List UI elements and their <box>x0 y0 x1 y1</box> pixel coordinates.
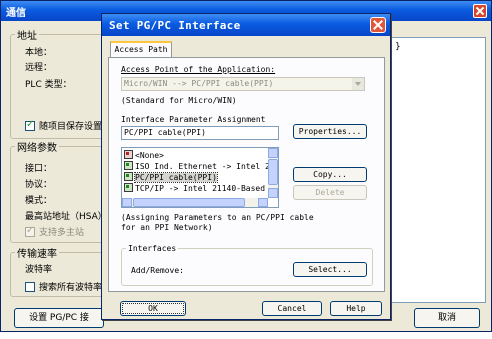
protocol-label: 协议： <box>25 180 53 190</box>
list-horizontal-scrollbar[interactable] <box>122 198 268 207</box>
highest-address-label: 最高站地址（HSA）： <box>25 212 112 222</box>
select-button[interactable]: Select... <box>293 262 367 277</box>
scroll-left-icon[interactable] <box>122 198 132 207</box>
dialog-close-icon[interactable] <box>370 17 386 33</box>
interfaces-listbox[interactable]: <None> ISO Ind. Ethernet -> Intel 2 PC/P… <box>121 147 279 208</box>
network-params-legend: 网络参数 <box>17 143 57 154</box>
vertical-scroll-thumb[interactable] <box>268 159 278 185</box>
save-with-project-label: 随项目保存设置 <box>39 122 103 132</box>
access-point-label: Access Point of the Application: <box>121 65 276 74</box>
scroll-up-icon[interactable] <box>268 148 278 158</box>
tab-access-path[interactable]: Access Path <box>110 41 172 58</box>
access-path-panel: Access Point of the Application: Micro/W… <box>108 57 385 292</box>
set-pgpc-interface-button[interactable]: 设置 PG/PC 接 <box>14 308 104 328</box>
multi-master-checkbox[interactable] <box>25 225 35 237</box>
network-interface-icon <box>124 183 133 192</box>
bg-cancel-button[interactable]: 取消 <box>414 308 480 328</box>
list-item[interactable]: TCP/IP -> Intel 21140-Based <box>124 183 265 194</box>
bg-close-icon[interactable] <box>473 4 487 18</box>
save-with-project-checkbox[interactable] <box>25 119 35 131</box>
list-item[interactable]: ISO Ind. Ethernet -> Intel 2 <box>124 161 270 172</box>
dialog-title-bar: Set PG/PC Interface <box>102 14 390 36</box>
interfaces-group-legend: Interfaces <box>128 244 177 253</box>
bg-right-panel-text: } <box>395 42 401 52</box>
list-item-selected[interactable]: PC/PPI cable(PPI) <box>124 172 218 183</box>
search-all-baud-checkbox[interactable] <box>25 282 35 292</box>
bg-right-panel: } <box>386 37 486 303</box>
none-interface-icon <box>124 150 133 159</box>
dialog-title: Set PG/PC Interface <box>109 19 241 32</box>
chevron-down-icon[interactable] <box>352 78 364 90</box>
param-assignment-input[interactable]: PC/PPI cable(PPI) <box>121 126 279 140</box>
add-remove-label: Add/Remove: <box>131 266 184 275</box>
help-button[interactable]: Help <box>330 301 382 316</box>
horizontal-scroll-thumb[interactable] <box>133 198 245 207</box>
address-group-legend: 地址 <box>17 31 37 42</box>
param-assignment-value: PC/PPI cable(PPI) <box>124 128 206 137</box>
access-point-note: (Standard for Micro/WIN) <box>121 96 237 105</box>
network-interface-icon <box>124 161 133 170</box>
list-item[interactable]: <None> <box>124 150 164 161</box>
param-assignment-label: Interface Parameter Assignment <box>121 115 266 124</box>
baud-rate-legend: 传输速率 <box>17 249 57 260</box>
ok-button[interactable]: OK <box>120 301 186 316</box>
remote-label: 远程： <box>25 63 53 73</box>
interface-label: 接口： <box>25 164 53 174</box>
list-vertical-scrollbar[interactable] <box>268 148 278 198</box>
access-point-value: Micro/WIN --> PC/PPI cable(PPI) <box>124 79 274 88</box>
copy-button[interactable]: Copy... <box>293 167 367 182</box>
bg-window-title: 通信 <box>6 8 26 19</box>
set-pgpc-interface-dialog: Set PG/PC Interface Access Path Access P… <box>101 13 391 320</box>
dialog-cancel-button[interactable]: Cancel <box>262 301 322 316</box>
delete-button[interactable]: Delete <box>293 185 367 200</box>
local-label: 本地： <box>25 48 53 58</box>
assign-note: (Assigning Parameters to an PC/PPI cable… <box>121 213 314 232</box>
mode-label: 模式： <box>25 196 53 206</box>
multi-master-label: 支持多主站 <box>39 228 85 238</box>
baud-rate-label: 波特率 <box>25 265 53 275</box>
plc-type-label: PLC 类型： <box>25 80 72 90</box>
access-point-select[interactable]: Micro/WIN --> PC/PPI cable(PPI) <box>121 77 365 91</box>
scroll-down-icon[interactable] <box>268 188 278 198</box>
properties-button[interactable]: Properties... <box>293 124 367 139</box>
search-all-baud-label: 搜索所有波特率 <box>39 283 103 293</box>
scroll-right-icon[interactable] <box>258 198 268 207</box>
network-interface-icon <box>124 172 133 181</box>
